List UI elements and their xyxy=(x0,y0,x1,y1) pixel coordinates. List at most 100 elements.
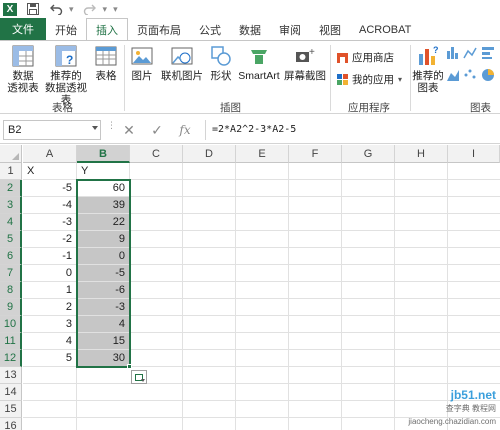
my-apps-dropdown-icon[interactable]: ▾ xyxy=(398,75,402,84)
row-header-9[interactable]: 9 xyxy=(0,299,22,316)
shapes-icon xyxy=(211,46,231,66)
pie-chart-icon xyxy=(482,69,494,81)
row-header-6[interactable]: 6 xyxy=(0,248,22,265)
column-header-i[interactable]: I xyxy=(448,145,500,163)
column-header-e[interactable]: E xyxy=(236,145,289,163)
row-header-15[interactable]: 15 xyxy=(0,401,22,418)
cell-a11[interactable]: 4 xyxy=(23,333,77,350)
row-header-16[interactable]: 16 xyxy=(0,418,22,430)
online-picture-icon xyxy=(171,47,193,65)
scatter-chart-icon xyxy=(464,69,476,79)
cell-a3[interactable]: -4 xyxy=(23,197,77,214)
tab-acrobat[interactable]: ACROBAT xyxy=(350,19,420,40)
smartart-button[interactable]: SmartArt xyxy=(236,41,282,82)
recommended-pivot-icon: ? xyxy=(55,45,77,67)
enter-icon[interactable]: ✓ xyxy=(148,121,166,139)
cell-a10[interactable]: 3 xyxy=(23,316,77,333)
redo-dropdown-icon[interactable]: ▾ xyxy=(103,4,108,15)
select-all-corner[interactable] xyxy=(0,145,22,163)
tab-review[interactable]: 审阅 xyxy=(270,19,310,40)
quick-analysis-icon[interactable] xyxy=(131,370,147,384)
tab-view[interactable]: 视图 xyxy=(310,19,350,40)
cell-b10[interactable]: 4 xyxy=(77,316,130,333)
cell-b5[interactable]: 9 xyxy=(77,231,130,248)
recommended-pivot-button[interactable]: ? 推荐的 数据透视表 xyxy=(42,41,90,106)
watermark-line2: 查字典 教程网 xyxy=(445,404,496,413)
excel-logo-icon: X xyxy=(3,2,17,16)
row-header-12[interactable]: 12 xyxy=(0,350,22,367)
cell-a6[interactable]: -1 xyxy=(23,248,77,265)
name-box-dropdown-icon[interactable] xyxy=(92,126,98,130)
row-header-5[interactable]: 5 xyxy=(0,231,22,248)
row-header-1[interactable]: 1 xyxy=(0,163,22,180)
cell-a5[interactable]: -2 xyxy=(23,231,77,248)
row-header-14[interactable]: 14 xyxy=(0,384,22,401)
column-header-b[interactable]: B xyxy=(77,145,130,163)
tab-formulas[interactable]: 公式 xyxy=(190,19,230,40)
online-picture-button[interactable]: 联机图片 xyxy=(159,41,205,82)
cell-b4[interactable]: 22 xyxy=(77,214,130,231)
column-header-f[interactable]: F xyxy=(289,145,342,163)
undo-icon[interactable] xyxy=(49,3,63,16)
cell-b2[interactable]: 60 xyxy=(77,180,130,197)
row-header-2[interactable]: 2 xyxy=(0,180,22,197)
row-header-11[interactable]: 11 xyxy=(0,333,22,350)
cancel-icon[interactable]: ✕ xyxy=(120,121,138,139)
formula-bar: B2 ⋮ ✕ ✓ fx =2*A2^2-3*A2-5 xyxy=(0,116,500,144)
cell-a7[interactable]: 0 xyxy=(23,265,77,282)
column-header-d[interactable]: D xyxy=(183,145,236,163)
tab-file[interactable]: 文件 xyxy=(0,18,46,40)
name-box[interactable]: B2 xyxy=(3,120,101,140)
screenshot-button[interactable]: + 屏幕截图 xyxy=(283,41,327,82)
smartart-label: SmartArt xyxy=(238,70,280,82)
tab-page-layout[interactable]: 页面布局 xyxy=(128,19,190,40)
recommended-charts-button[interactable]: ? 推荐的 图表 xyxy=(412,41,444,94)
tab-insert[interactable]: 插入 xyxy=(86,18,128,40)
insert-function-icon[interactable]: fx xyxy=(176,121,194,139)
picture-button[interactable]: 图片 xyxy=(127,41,157,82)
row-header-10[interactable]: 10 xyxy=(0,316,22,333)
shapes-button[interactable]: 形状 xyxy=(206,41,236,82)
column-header-g[interactable]: G xyxy=(342,145,395,163)
table-button[interactable]: 表格 xyxy=(90,41,122,82)
redo-icon[interactable] xyxy=(83,3,97,16)
cell-b7[interactable]: -5 xyxy=(77,265,130,282)
online-picture-label: 联机图片 xyxy=(161,70,203,82)
cell-b6[interactable]: 0 xyxy=(77,248,130,265)
column-header-h[interactable]: H xyxy=(395,145,448,163)
cell-a9[interactable]: 2 xyxy=(23,299,77,316)
app-store-button[interactable]: 应用商店 xyxy=(336,49,394,65)
undo-dropdown-icon[interactable]: ▾ xyxy=(69,4,74,15)
empty-cells-area[interactable] xyxy=(23,367,130,430)
column-header-c[interactable]: C xyxy=(130,145,183,163)
row-header-7[interactable]: 7 xyxy=(0,265,22,282)
cell-a2[interactable]: -5 xyxy=(23,180,77,197)
formula-input[interactable]: =2*A2^2-3*A2-5 xyxy=(205,120,497,140)
tab-data[interactable]: 数据 xyxy=(230,19,270,40)
cell-a12[interactable]: 5 xyxy=(23,350,77,367)
chart-types-gallery[interactable] xyxy=(446,45,498,99)
save-icon[interactable] xyxy=(26,3,40,16)
cell-b11[interactable]: 15 xyxy=(77,333,130,350)
tab-home[interactable]: 开始 xyxy=(46,19,86,40)
pivot-table-button[interactable]: 数据 透视表 xyxy=(4,41,42,94)
my-apps-button[interactable]: 我的应用 ▾ xyxy=(336,71,402,87)
row-header-13[interactable]: 13 xyxy=(0,367,22,384)
row-header-4[interactable]: 4 xyxy=(0,214,22,231)
cell-b12[interactable]: 30 xyxy=(77,350,130,367)
pivot-table-icon xyxy=(12,45,34,67)
cell-b8[interactable]: -6 xyxy=(77,282,130,299)
fill-handle[interactable] xyxy=(127,364,132,369)
cell-b9[interactable]: -3 xyxy=(77,299,130,316)
customize-toolbar-icon[interactable]: ▾ xyxy=(113,4,118,15)
row-header-8[interactable]: 8 xyxy=(0,282,22,299)
cell-b1[interactable]: Y xyxy=(77,163,130,180)
row-header-3[interactable]: 3 xyxy=(0,197,22,214)
cell-b3[interactable]: 39 xyxy=(77,197,130,214)
cell-a1[interactable]: X xyxy=(23,163,77,180)
formula-bar-grip-icon[interactable]: ⋮ xyxy=(107,121,116,130)
column-header-a[interactable]: A xyxy=(23,145,77,163)
cell-a4[interactable]: -3 xyxy=(23,214,77,231)
svg-text:+: + xyxy=(309,47,315,58)
cell-a8[interactable]: 1 xyxy=(23,282,77,299)
